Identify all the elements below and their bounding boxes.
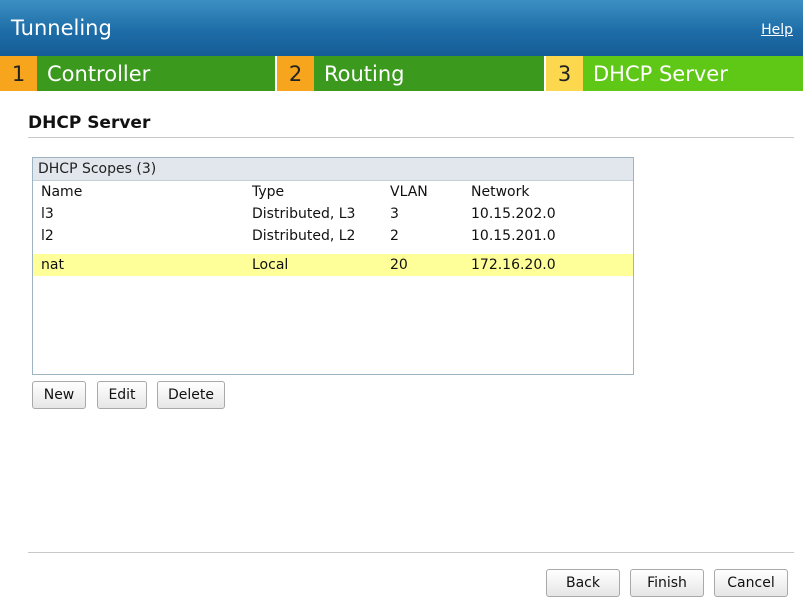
wizard-steps: 1 Controller 2 Routing 3 DHCP Server	[0, 56, 803, 91]
cell-type: Local	[252, 257, 289, 273]
cell-type: Distributed, L3	[252, 206, 356, 222]
cell-vlan: 3	[390, 206, 399, 222]
finish-button[interactable]: Finish	[630, 569, 704, 597]
step-label: Controller	[37, 56, 275, 91]
column-header-type[interactable]: Type	[252, 181, 284, 203]
divider	[28, 137, 794, 138]
table-row[interactable]: l3 Distributed, L3 3 10.15.202.0	[33, 203, 633, 225]
column-header-name[interactable]: Name	[41, 181, 82, 203]
cell-network: 10.15.202.0	[471, 206, 556, 222]
column-header-network[interactable]: Network	[471, 181, 529, 203]
cell-network: 10.15.201.0	[471, 228, 556, 244]
step-number: 2	[277, 56, 314, 91]
cell-name: l2	[41, 228, 54, 244]
cell-vlan: 20	[390, 257, 408, 273]
help-link[interactable]: Help	[761, 22, 793, 38]
edit-button[interactable]: Edit	[97, 381, 147, 409]
cell-type: Distributed, L2	[252, 228, 356, 244]
page-title: Tunneling	[11, 16, 112, 40]
step-number: 3	[546, 56, 583, 91]
title-bar: Tunneling Help	[0, 0, 803, 56]
step-dhcp-server: 3 DHCP Server	[546, 56, 803, 91]
section-heading: DHCP Server	[28, 113, 151, 133]
step-label: DHCP Server	[583, 56, 803, 91]
dhcp-scopes-table: DHCP Scopes (3) Name Type VLAN Network l…	[32, 157, 634, 375]
table-header-row: Name Type VLAN Network	[33, 181, 633, 203]
step-number: 1	[0, 56, 37, 91]
cell-name: nat	[41, 257, 64, 273]
back-button[interactable]: Back	[546, 569, 620, 597]
step-controller: 1 Controller	[0, 56, 275, 91]
table-row-selected[interactable]: nat Local 20 172.16.20.0	[33, 254, 633, 276]
column-header-vlan[interactable]: VLAN	[390, 181, 428, 203]
cell-name: l3	[41, 206, 54, 222]
delete-button[interactable]: Delete	[157, 381, 225, 409]
divider	[28, 552, 794, 553]
step-label: Routing	[314, 56, 544, 91]
new-button[interactable]: New	[32, 381, 86, 409]
table-caption: DHCP Scopes (3)	[33, 158, 633, 181]
cell-vlan: 2	[390, 228, 399, 244]
table-row[interactable]: l2 Distributed, L2 2 10.15.201.0	[33, 225, 633, 247]
cancel-button[interactable]: Cancel	[714, 569, 788, 597]
cell-network: 172.16.20.0	[471, 257, 556, 273]
step-routing: 2 Routing	[277, 56, 544, 91]
